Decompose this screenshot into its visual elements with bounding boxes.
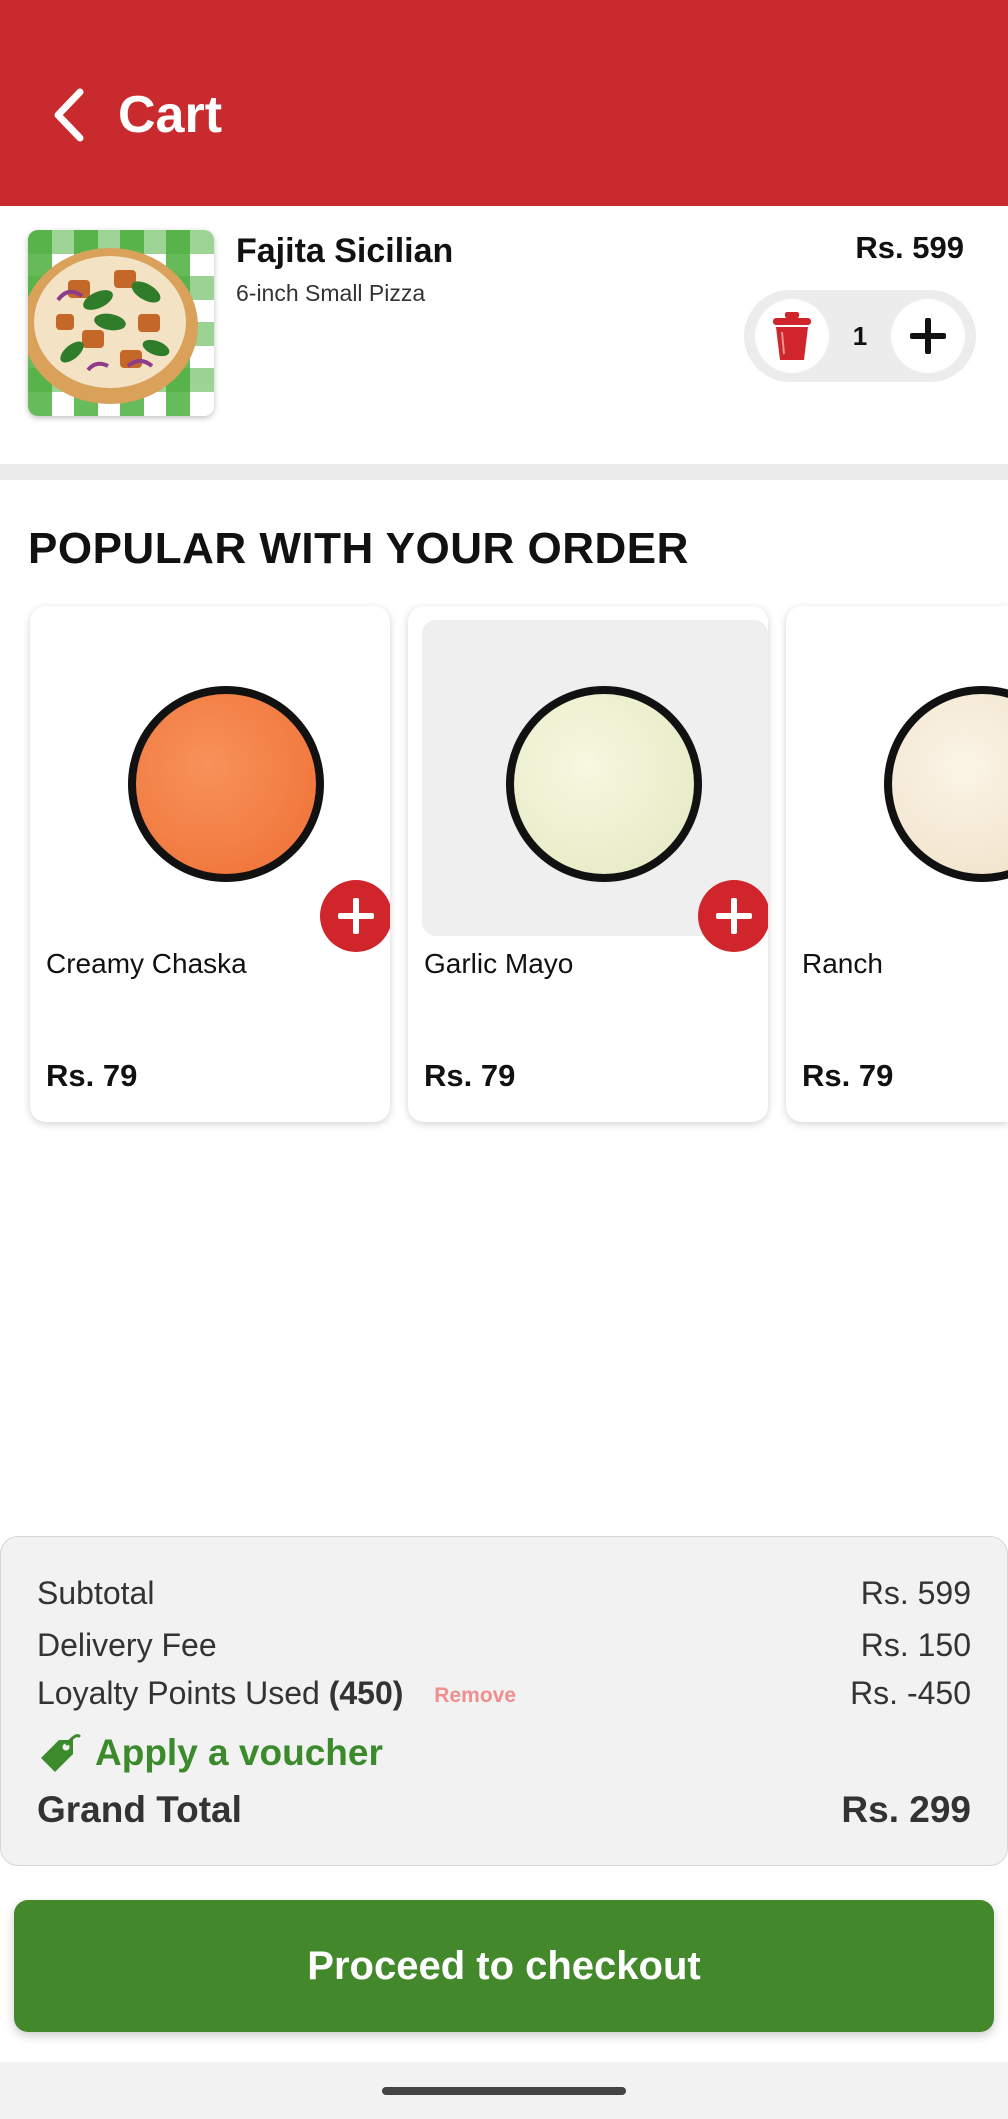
section-divider [0, 464, 1008, 480]
product-name: Creamy Chaska [46, 948, 247, 979]
product-price: Rs. 79 [802, 1058, 894, 1093]
page-title: Cart [118, 86, 223, 144]
loyalty-value: Rs. -450 [850, 1675, 971, 1711]
delivery-fee-value: Rs. 150 [860, 1627, 971, 1663]
apply-voucher-label: Apply a voucher [95, 1732, 383, 1773]
home-indicator [382, 2087, 626, 2095]
plus-circle-icon [338, 898, 374, 934]
item-price: Rs. 599 [855, 230, 964, 265]
item-name: Fajita Sicilian [236, 232, 454, 270]
product-price: Rs. 79 [46, 1058, 138, 1093]
pizza-image [28, 230, 214, 416]
delivery-fee-label: Delivery Fee [37, 1627, 217, 1663]
quantity-stepper: 1 [744, 290, 976, 382]
product-name: Garlic Mayo [424, 948, 574, 979]
plus-icon [910, 318, 946, 354]
grand-total-row: Grand Total Rs. 299 [37, 1789, 971, 1833]
product-card[interactable]: Garlic Mayo Rs. 79 [408, 606, 768, 1122]
loyalty-label: Loyalty Points Used [37, 1675, 320, 1711]
section-title: POPULAR WITH YOUR ORDER [28, 524, 689, 573]
remove-item-button[interactable] [755, 299, 829, 373]
grand-total-value: Rs. 299 [841, 1789, 971, 1830]
subtotal-value: Rs. 599 [860, 1575, 971, 1611]
sauce-image [136, 694, 316, 874]
item-description: 6-inch Small Pizza [236, 280, 426, 306]
product-image [800, 620, 1008, 936]
add-to-cart-button[interactable] [698, 880, 768, 952]
order-summary: Subtotal Rs. 599 Delivery Fee Rs. 150 Lo… [0, 1536, 1008, 1866]
product-price: Rs. 79 [424, 1058, 516, 1093]
trash-icon [773, 312, 811, 360]
proceed-to-checkout-button[interactable]: Proceed to checkout [14, 1900, 994, 2032]
subtotal-row: Subtotal Rs. 599 [37, 1575, 971, 1619]
product-card[interactable]: Creamy Chaska Rs. 79 [30, 606, 390, 1122]
loyalty-points: (450) [328, 1675, 404, 1711]
sauce-image [514, 694, 694, 874]
apply-voucher-button[interactable]: Apply a voucher [37, 1729, 383, 1777]
app-header: Cart [0, 0, 1008, 206]
grand-total-label: Grand Total [37, 1789, 242, 1830]
tag-icon [41, 1734, 81, 1772]
increase-quantity-button[interactable] [891, 299, 965, 373]
product-card[interactable]: Ranch Rs. 79 [786, 606, 1008, 1122]
subtotal-label: Subtotal [37, 1575, 155, 1611]
remove-loyalty-link[interactable]: Remove [434, 1684, 516, 1707]
sauce-image [892, 694, 1008, 874]
chevron-left-icon [54, 88, 84, 142]
product-name: Ranch [802, 948, 883, 979]
add-to-cart-button[interactable] [320, 880, 390, 952]
plus-circle-icon [716, 898, 752, 934]
delivery-fee-row: Delivery Fee Rs. 150 [37, 1627, 971, 1671]
back-button[interactable] [44, 82, 100, 148]
quantity-value: 1 [852, 321, 868, 351]
cart-item: Fajita Sicilian 6-inch Small Pizza Rs. 5… [0, 206, 1008, 464]
loyalty-points-row: Loyalty Points Used (450) Remove Rs. -45… [37, 1675, 971, 1719]
